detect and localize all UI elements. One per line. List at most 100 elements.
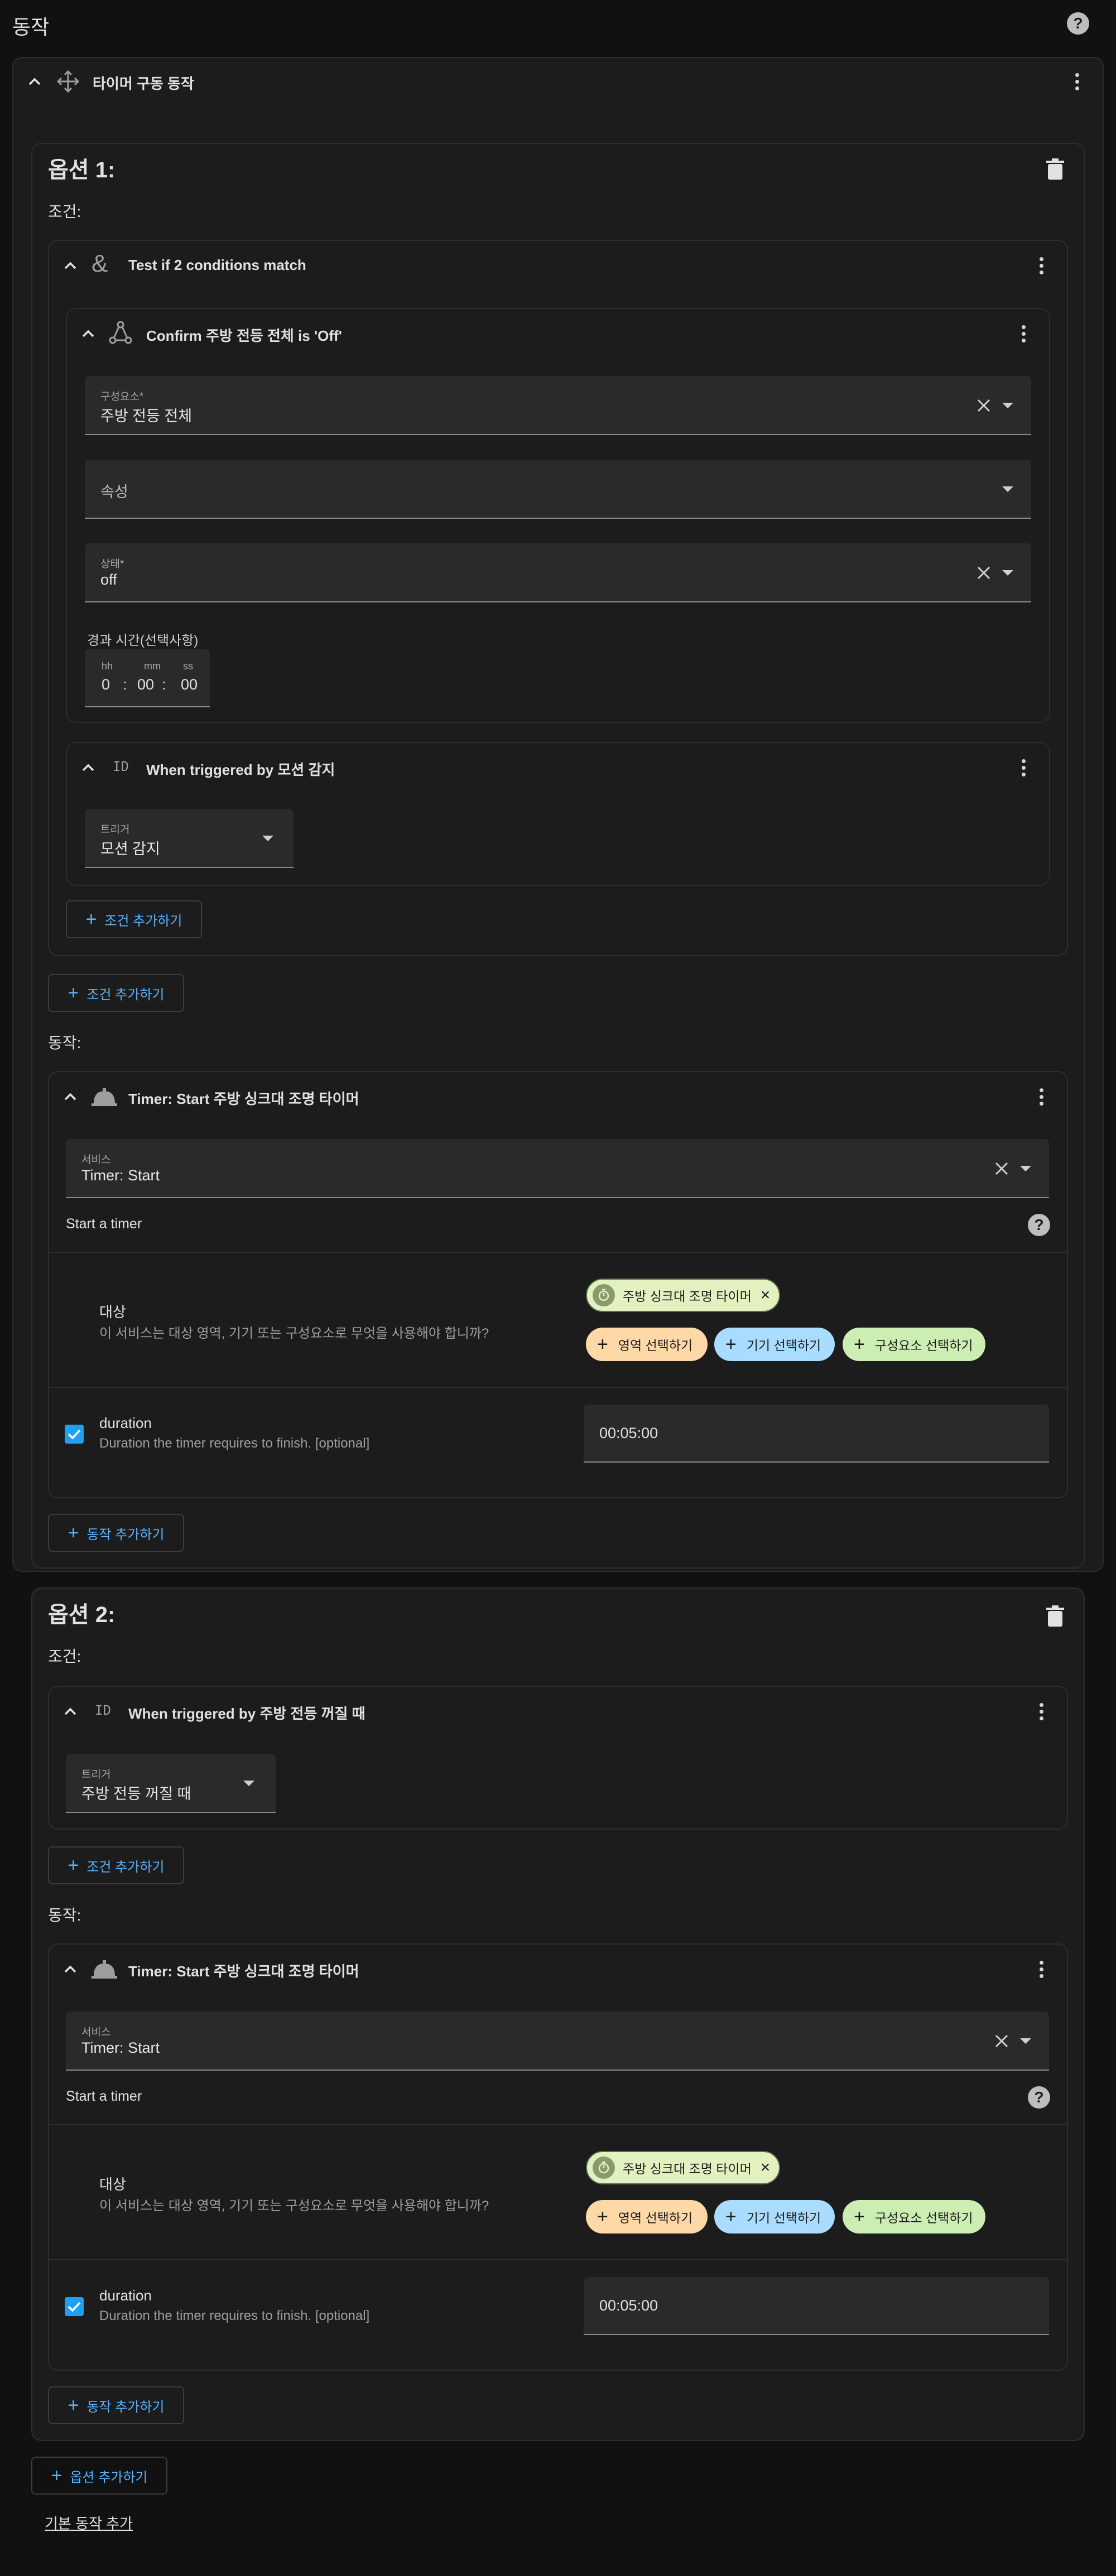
pick-device-button[interactable]: + 기기 선택하기 [714, 1328, 835, 1361]
hours-value[interactable]: 0 [102, 676, 110, 693]
collapse-chevron-icon[interactable] [77, 756, 99, 779]
add-condition-button[interactable]: + 조건 추가하기 [48, 974, 184, 1012]
timer-icon [593, 2157, 615, 2179]
target-title: 대상 [99, 2176, 126, 2193]
duration-checkbox[interactable] [65, 2297, 84, 2316]
collapse-chevron-icon[interactable] [77, 322, 99, 345]
clear-icon[interactable] [993, 2033, 1010, 2049]
more-options-icon[interactable] [1030, 1086, 1052, 1108]
delete-option-icon[interactable] [1046, 158, 1065, 181]
service-description: Start a timer [66, 2088, 142, 2104]
duration-title: duration [99, 1415, 152, 1431]
timer-icon [593, 1284, 615, 1306]
duration-title: duration [99, 2287, 152, 2304]
target-title: 대상 [99, 1304, 126, 1320]
service-field[interactable]: 서비스 Timer: Start [66, 2011, 1049, 2071]
divider [49, 2259, 1067, 2260]
more-options-icon[interactable] [1066, 70, 1088, 93]
pick-area-button[interactable]: + 영역 선택하기 [586, 2200, 708, 2234]
attribute-field[interactable]: 속성 [85, 460, 1031, 519]
more-options-icon[interactable] [1012, 322, 1035, 345]
duration-checkbox[interactable] [65, 1425, 84, 1444]
duration-label: 경과 시간(선택사항) [87, 633, 199, 648]
state-field[interactable]: 상태* off [85, 543, 1031, 602]
collapse-chevron-icon[interactable] [59, 1700, 81, 1723]
help-icon[interactable]: ? [1028, 1214, 1050, 1236]
action-title: Timer: Start 주방 싱크대 조명 타이머 [128, 1091, 359, 1107]
more-options-icon[interactable] [1030, 254, 1052, 277]
trigger-condition-title: When triggered by 모션 감지 [146, 761, 335, 778]
duration-description: Duration the timer requires to finish. [… [99, 2308, 370, 2323]
target-entity-chip[interactable]: 주방 싱크대 조명 타이머 × [586, 2151, 780, 2184]
clear-icon[interactable] [975, 565, 992, 581]
service-description: Start a timer [66, 1216, 142, 1232]
state-graph-icon [108, 320, 133, 345]
id-badge-icon: ID [95, 1702, 111, 1718]
trigger-select[interactable]: 트리거 주방 전등 꺼질 때 [66, 1754, 276, 1813]
pick-device-button[interactable]: + 기기 선택하기 [714, 2200, 835, 2234]
more-options-icon[interactable] [1030, 1700, 1052, 1723]
service-bell-icon [92, 1959, 117, 1979]
help-icon[interactable]: ? [1028, 2086, 1050, 2109]
option-2-title: 옵션 2: [48, 1603, 116, 1627]
service-field[interactable]: 서비스 Timer: Start [66, 1139, 1049, 1198]
add-condition-button[interactable]: + 조건 추가하기 [48, 1846, 184, 1884]
duration-value-field[interactable]: 00:05:00 [584, 1405, 1049, 1463]
minutes-value[interactable]: 00 [137, 676, 154, 693]
dropdown-arrow-icon[interactable] [1002, 403, 1013, 408]
seconds-value[interactable]: 00 [181, 676, 198, 693]
more-options-icon[interactable] [1012, 756, 1035, 779]
dropdown-arrow-icon[interactable] [1002, 486, 1013, 492]
actions-label: 동작: [48, 1034, 81, 1051]
chip-close-icon[interactable]: × [761, 2158, 771, 2177]
duration-value-field[interactable]: 00:05:00 [584, 2277, 1049, 2335]
ampersand-icon: & [92, 250, 108, 277]
more-options-icon[interactable] [1030, 1958, 1052, 1980]
dropdown-arrow-icon[interactable] [1020, 1166, 1031, 1171]
dropdown-arrow-icon[interactable] [1002, 570, 1013, 576]
add-default-action-link[interactable]: 기본 동작 추가 [45, 2512, 133, 2533]
option-1-title: 옵션 1: [48, 158, 116, 182]
pick-entity-button[interactable]: + 구성요소 선택하기 [843, 2200, 985, 2234]
collapse-chevron-icon[interactable] [59, 1958, 81, 1980]
choose-action-icon [56, 69, 80, 94]
add-condition-button[interactable]: + 조건 추가하기 [66, 900, 202, 938]
clear-icon[interactable] [975, 397, 992, 414]
actions-label: 동작: [48, 1907, 81, 1924]
collapse-chevron-icon[interactable] [23, 70, 46, 93]
and-condition-title: Test if 2 conditions match [128, 257, 306, 273]
collapse-chevron-icon[interactable] [59, 1086, 81, 1108]
action-title: Timer: Start 주방 싱크대 조명 타이머 [128, 1963, 359, 1980]
entity-field[interactable]: 구성요소* 주방 전등 전체 [85, 376, 1031, 435]
trigger-select[interactable]: 트리거 모션 감지 [85, 809, 294, 868]
target-description: 이 서비스는 대상 영역, 기기 또는 구성요소로 무엇을 사용해야 합니까? [99, 1326, 489, 1341]
target-entity-chip[interactable]: 주방 싱크대 조명 타이머 × [586, 1279, 780, 1312]
dropdown-arrow-icon[interactable] [262, 836, 273, 841]
duration-description: Duration the timer requires to finish. [… [99, 1436, 370, 1451]
divider [49, 2124, 1067, 2125]
add-option-button[interactable]: + 옵션 추가하기 [31, 2457, 167, 2495]
clear-icon[interactable] [993, 1160, 1010, 1177]
choose-action-title: 타이머 구동 동작 [93, 75, 194, 92]
target-description: 이 서비스는 대상 영역, 기기 또는 구성요소로 무엇을 사용해야 합니까? [99, 2198, 489, 2213]
pick-entity-button[interactable]: + 구성요소 선택하기 [843, 1328, 985, 1361]
conditions-label: 조건: [48, 203, 81, 220]
dropdown-arrow-icon[interactable] [1020, 2038, 1031, 2044]
add-action-button[interactable]: + 동작 추가하기 [48, 2386, 184, 2424]
service-bell-icon [92, 1087, 117, 1107]
pick-area-button[interactable]: + 영역 선택하기 [586, 1328, 708, 1361]
duration-input[interactable]: hh mm ss 0 : 00 : 00 [85, 649, 210, 707]
id-badge-icon: ID [113, 759, 129, 774]
add-action-button[interactable]: + 동작 추가하기 [48, 1514, 184, 1552]
divider [49, 1387, 1067, 1388]
help-icon[interactable]: ? [1067, 12, 1089, 35]
delete-option-icon[interactable] [1046, 1605, 1065, 1628]
page-title: 동작 [12, 16, 50, 38]
state-condition-title: Confirm 주방 전등 전체 is 'Off' [146, 327, 342, 344]
conditions-label: 조건: [48, 1648, 81, 1665]
trigger-condition-title: When triggered by 주방 전등 꺼질 때 [128, 1705, 365, 1722]
dropdown-arrow-icon[interactable] [243, 1781, 254, 1786]
divider [49, 1252, 1067, 1253]
collapse-chevron-icon[interactable] [59, 254, 81, 277]
chip-close-icon[interactable]: × [761, 1286, 771, 1305]
